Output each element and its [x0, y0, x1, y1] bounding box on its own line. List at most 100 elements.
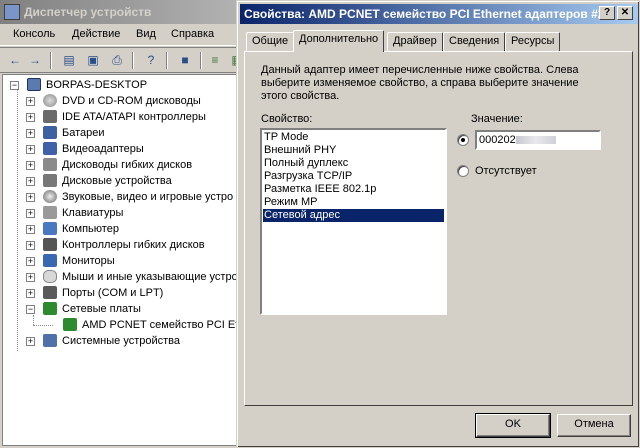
- network-card-icon: [43, 302, 57, 315]
- property-item[interactable]: Полный дуплекс: [263, 157, 444, 170]
- tree-item-label: Сетевые платы: [62, 303, 141, 315]
- property-item[interactable]: Режим MP: [263, 196, 444, 209]
- toolbar-separator: [132, 52, 134, 69]
- battery-icon: [43, 126, 57, 139]
- property-label: Свойство:: [261, 113, 313, 125]
- floppy-controller-icon: [43, 238, 57, 251]
- collapse-icon[interactable]: −: [26, 305, 35, 314]
- ok-button[interactable]: OK: [475, 413, 551, 438]
- property-item[interactable]: Разгрузка TCP/IP: [263, 170, 444, 183]
- tree-item-label: Дисковые устройства: [62, 175, 172, 187]
- tree-item-label: IDE ATA/ATAPI контроллеры: [62, 111, 206, 123]
- tree-item-label: Звуковые, видео и игровые устро: [62, 191, 234, 203]
- tab-advanced[interactable]: Дополнительно: [293, 30, 385, 52]
- tab-driver[interactable]: Драйвер: [387, 32, 443, 51]
- tree-item-label: Клавиатуры: [62, 207, 124, 219]
- help-icon[interactable]: ?: [142, 52, 160, 68]
- properties-view-icon[interactable]: ▤: [60, 52, 78, 68]
- device-manager-titlebar[interactable]: Диспетчер устройств: [0, 0, 250, 24]
- menu-action[interactable]: Действие: [72, 28, 120, 40]
- tree-item-label: Контроллеры гибких дисков: [62, 239, 205, 251]
- tree-item-label: Батареи: [62, 127, 105, 139]
- dialog-title: Свойства: AMD PCNET семейство PCI Ethern…: [244, 7, 605, 21]
- device-tree[interactable]: − BORPAS-DESKTOP + DVD и CD-ROM дисковод…: [2, 74, 248, 446]
- tree-item-label: Видеоадаптеры: [62, 143, 144, 155]
- expand-icon[interactable]: +: [26, 241, 35, 250]
- tree-item-label: Порты (COM и LPT): [62, 287, 164, 299]
- expand-icon[interactable]: +: [26, 337, 35, 346]
- tree-guide-line: [33, 325, 53, 326]
- value-text: 000202: [479, 134, 516, 146]
- system-device-icon: [43, 334, 57, 347]
- expand-icon[interactable]: +: [26, 145, 35, 154]
- close-button[interactable]: ✕: [617, 6, 633, 20]
- collapse-icon[interactable]: −: [10, 81, 19, 90]
- expand-icon[interactable]: +: [26, 273, 35, 282]
- computer-icon: [27, 78, 41, 91]
- description-text: Данный адаптер имеет перечисленные ниже …: [261, 64, 579, 102]
- tree-guide-line: [33, 315, 34, 325]
- expand-icon[interactable]: +: [26, 161, 35, 170]
- expand-icon[interactable]: +: [26, 193, 35, 202]
- radio-checked-dot: [461, 138, 465, 142]
- computer-icon: [43, 222, 57, 235]
- sound-icon: [43, 190, 57, 203]
- tree-item-label: Системные устройства: [62, 335, 181, 347]
- help-button[interactable]: ?: [599, 6, 615, 20]
- menu-view[interactable]: Вид: [136, 28, 156, 40]
- tab-resources[interactable]: Ресурсы: [505, 32, 561, 51]
- properties-dialog: Свойства: AMD PCNET семейство PCI Ethern…: [236, 0, 640, 448]
- folder-icon[interactable]: ▣: [84, 52, 102, 68]
- expand-icon[interactable]: +: [26, 257, 35, 266]
- cdrom-icon: [43, 94, 57, 107]
- tree-item-label: Мониторы: [62, 255, 115, 267]
- scan-hardware-icon[interactable]: ≡: [206, 52, 224, 68]
- tree-item-label: Мыши и иные указывающие устро: [62, 271, 238, 283]
- expand-icon[interactable]: +: [26, 97, 35, 106]
- value-radio[interactable]: [457, 134, 469, 146]
- value-input[interactable]: 000202: [475, 130, 601, 150]
- property-list[interactable]: TP Mode Внешний PHY Полный дуплекс Разгр…: [260, 128, 447, 315]
- property-item[interactable]: Разметка IEEE 802.1p: [263, 183, 444, 196]
- tree-root-label: BORPAS-DESKTOP: [46, 79, 148, 91]
- keyboard-icon: [43, 206, 57, 219]
- port-icon: [43, 286, 57, 299]
- expand-icon[interactable]: +: [26, 177, 35, 186]
- back-arrow-icon[interactable]: ←: [6, 52, 24, 68]
- expand-icon[interactable]: +: [26, 209, 35, 218]
- redacted-value: [515, 136, 556, 145]
- expand-icon[interactable]: +: [26, 225, 35, 234]
- expand-icon[interactable]: +: [26, 129, 35, 138]
- menu-help[interactable]: Справка: [171, 28, 214, 40]
- menu-bar: Консоль Действие Вид Справка: [0, 24, 250, 46]
- expand-icon[interactable]: +: [26, 113, 35, 122]
- cancel-button[interactable]: Отмена: [557, 414, 631, 437]
- dialog-titlebar[interactable]: Свойства: AMD PCNET семейство PCI Ethern…: [240, 4, 638, 24]
- toolbar-separator: [166, 52, 168, 69]
- absent-radio[interactable]: [457, 165, 469, 177]
- tree-item-label: Дисководы гибких дисков: [62, 159, 193, 171]
- computer-icon[interactable]: ■: [176, 52, 194, 68]
- device-manager-icon: [4, 4, 20, 20]
- print-icon[interactable]: ⎙: [108, 52, 126, 68]
- ide-controller-icon: [43, 110, 57, 123]
- value-label: Значение:: [471, 113, 523, 125]
- network-card-icon: [63, 318, 77, 331]
- tree-item-label: Компьютер: [62, 223, 119, 235]
- toolbar-separator: [200, 52, 202, 69]
- expand-icon[interactable]: +: [26, 289, 35, 298]
- tree-item-label: DVD и CD-ROM дисководы: [62, 95, 201, 107]
- tree-item-label: AMD PCNET семейство PCI Ethe: [82, 319, 248, 331]
- forward-arrow-icon[interactable]: →: [26, 52, 44, 68]
- property-item-selected[interactable]: Сетевой адрес: [263, 209, 444, 222]
- device-manager-window: Диспетчер устройств Консоль Действие Вид…: [0, 0, 250, 448]
- tree-guide-line: [17, 89, 18, 351]
- property-item[interactable]: TP Mode: [263, 131, 444, 144]
- disk-drive-icon: [43, 174, 57, 187]
- property-item[interactable]: Внешний PHY: [263, 144, 444, 157]
- device-manager-title: Диспетчер устройств: [24, 5, 152, 19]
- tab-details[interactable]: Сведения: [443, 32, 506, 51]
- tab-general[interactable]: Общие: [246, 32, 295, 51]
- floppy-drive-icon: [43, 158, 57, 171]
- menu-console[interactable]: Консоль: [13, 28, 55, 40]
